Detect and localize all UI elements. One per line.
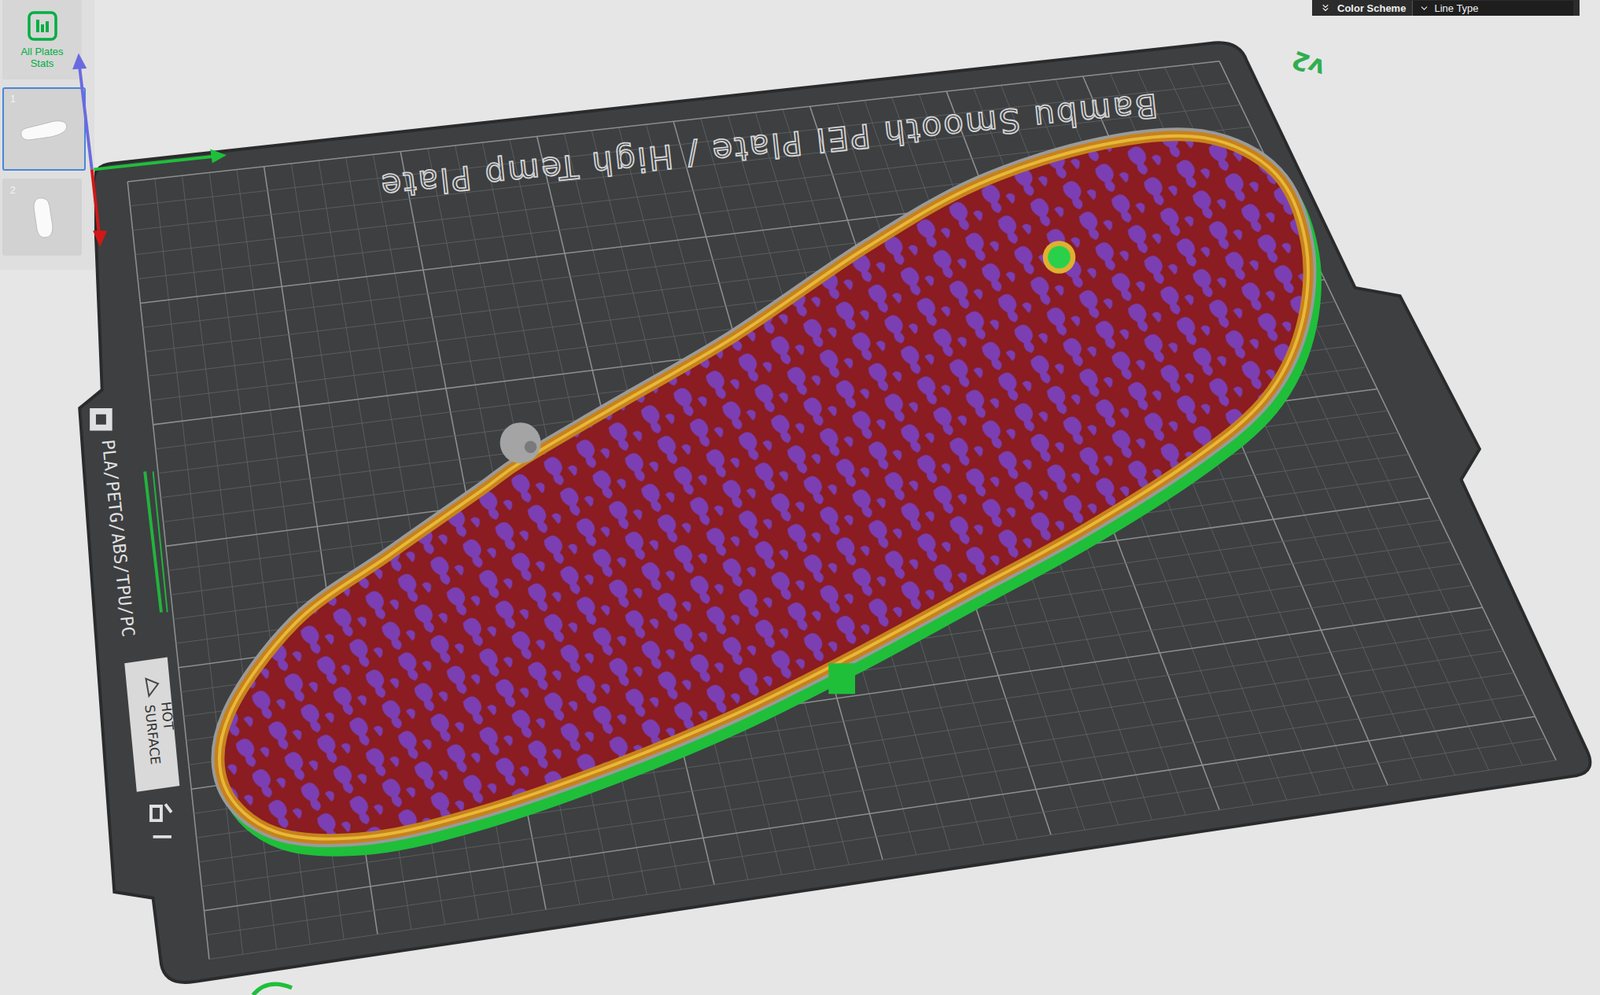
sliced-insole[interactable] xyxy=(219,136,1315,850)
plate-corner-icon xyxy=(151,803,172,837)
color-scheme-bar: Color Scheme Line Type xyxy=(1312,0,1580,16)
plate-number: 1 xyxy=(10,93,16,105)
plate-version: v2 xyxy=(1287,45,1329,84)
plate-materials: PLA/PETG/ABS/TPU/PC xyxy=(98,438,139,638)
collapse-icon[interactable] xyxy=(1319,2,1331,14)
all-plates-stats-label: All Plates Stats xyxy=(11,46,74,70)
dropdown-icon xyxy=(1419,3,1430,14)
green-mark xyxy=(253,984,292,995)
warning-text: SURFACE xyxy=(141,704,164,766)
plate-logo-icon xyxy=(89,408,113,432)
plate-tile[interactable]: 1 xyxy=(2,87,86,171)
stats-icon xyxy=(26,10,59,42)
plate-thumbnail-icon xyxy=(16,105,72,153)
slicer-window: Bambu Smooth PEI Plate / High Temp Plate… xyxy=(0,0,1600,995)
all-plates-stats-button[interactable]: All Plates Stats xyxy=(2,0,82,80)
warning-text: HOT xyxy=(158,700,177,732)
plate-number: 2 xyxy=(10,184,16,196)
color-scheme-label: Color Scheme xyxy=(1337,2,1406,15)
plate-tile[interactable]: 2 xyxy=(2,178,82,256)
preview-canvas[interactable]: Bambu Smooth PEI Plate / High Temp Plate… xyxy=(0,0,1600,995)
plate-sidebar: All Plates Stats 1 2 xyxy=(0,0,95,270)
plate-grid xyxy=(127,61,1556,960)
axes xyxy=(0,0,1600,995)
warning-icon xyxy=(145,678,159,697)
build-plate xyxy=(79,42,1590,983)
plate-thumbnail-icon xyxy=(14,193,71,241)
warning-label xyxy=(124,657,180,793)
color-scheme-select[interactable]: Line Type xyxy=(1411,0,1574,16)
